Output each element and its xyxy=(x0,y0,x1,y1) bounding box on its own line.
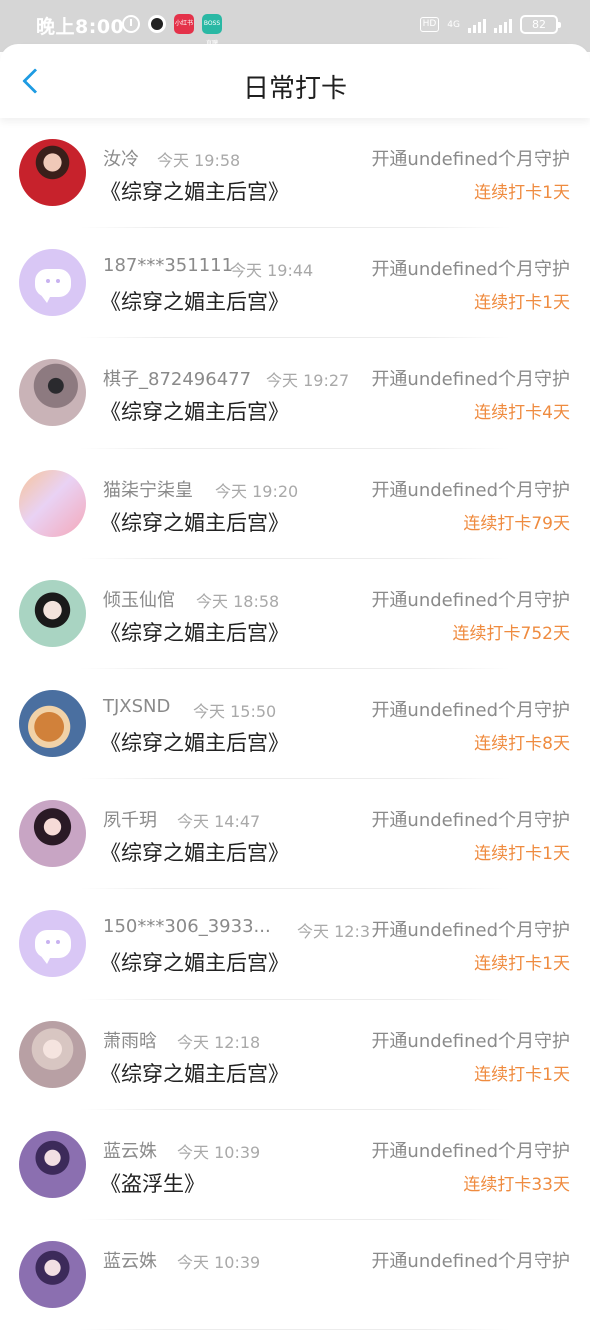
timestamp: 今天 19:58 xyxy=(157,151,241,170)
streak-badge: 连续打卡8天 xyxy=(474,733,570,754)
status-icons-left: 小红书 BOSS直聘 xyxy=(122,14,222,47)
streak-badge: 连续打卡1天 xyxy=(474,183,570,203)
signal-icon xyxy=(468,17,486,33)
book-title[interactable]: 《综穿之媚主后宫》 xyxy=(100,837,289,867)
timestamp: 今天 19:20 xyxy=(215,481,299,501)
timestamp: 今天 19:44 xyxy=(230,261,314,281)
list-item[interactable]: 汝冷 今天 19:58 开通undefined个月守护《综穿之媚主后宫》 连续打卡1天 xyxy=(0,118,590,229)
status-time: 晚上8:00 xyxy=(36,16,125,38)
network-label: 4G xyxy=(447,19,460,30)
battery-icon: 82 xyxy=(520,15,561,34)
guard-status: 开通undefined个月守护 xyxy=(371,916,570,943)
list-item[interactable]: 蓝云姝 今天 10:39 开通undefined个月守护《盗浮生》 连续打卡33天 xyxy=(0,1110,590,1220)
header: 日常打卡 xyxy=(0,44,590,118)
username[interactable]: 187***351111 xyxy=(103,255,233,276)
username[interactable]: 猫柒宁柒皇 xyxy=(103,476,193,502)
avatar[interactable] xyxy=(19,579,86,647)
guard-status: 开通undefined个月守护 xyxy=(371,1246,570,1273)
guard-status: 开通undefined个月守护 xyxy=(371,585,570,612)
streak-badge: 连续打卡4天 xyxy=(474,403,570,424)
streak-badge: 连续打卡1天 xyxy=(474,293,570,314)
avatar[interactable] xyxy=(19,1020,86,1088)
username[interactable]: 夙千玥 xyxy=(103,806,157,832)
streak-badge: 连续打卡1天 xyxy=(474,954,570,975)
streak-badge: 连续打卡33天 xyxy=(463,1174,570,1195)
book-title[interactable]: 《综穿之媚主后宫》 xyxy=(100,507,289,537)
timestamp: 今天 12:3 xyxy=(297,922,371,942)
checkin-list: 汝冷 今天 19:58 开通undefined个月守护 《综穿之媚主后宫》 连续打卡1天… xyxy=(0,118,590,1330)
list-item[interactable]: 倾玉仙倌 今天 18:58 开通undefined个月守护《综穿之媚主后宫》 连续打卡… xyxy=(0,559,590,669)
guard-status: 开通undefined个月守护 xyxy=(371,365,570,392)
timestamp: 今天 10:39 xyxy=(177,1142,261,1162)
timestamp: 今天 15:50 xyxy=(193,701,277,721)
timestamp: 今天 18:58 xyxy=(196,591,280,611)
book-title[interactable]: 《盗浮生》 xyxy=(100,1168,205,1198)
hd-icon: HD xyxy=(419,17,440,32)
username[interactable]: 蓝云姝 xyxy=(103,1137,157,1163)
list-item[interactable]: TJXSND 今天 15:50 开通undefined个月守护《综穿之媚主后宫》 连续… xyxy=(0,669,590,780)
username[interactable]: TJXSND xyxy=(103,696,170,717)
username[interactable]: 棋子_872496477 xyxy=(103,365,251,391)
page-title: 日常打卡 xyxy=(242,74,347,104)
list-item[interactable]: 猫柒宁柒皇 今天 19:20 开通undefined个月守护《综穿之媚主后宫》 连续打… xyxy=(0,449,590,559)
timestamp: 今天 14:47 xyxy=(177,812,261,832)
avatar[interactable] xyxy=(19,249,86,317)
username[interactable]: 倾玉仙倌 xyxy=(103,586,175,612)
status-icons-right: HD 4G 82 xyxy=(419,15,561,34)
avatar[interactable] xyxy=(19,1130,86,1198)
streak-badge: 连续打卡1天 xyxy=(474,1064,570,1085)
list-item[interactable]: 棋子_872496477 今天 19:27 开通undefined个月守护《综穿之媚… xyxy=(0,338,590,449)
avatar[interactable] xyxy=(19,1240,86,1308)
book-title[interactable]: 《综穿之媚主后宫》 xyxy=(100,727,289,757)
avatar[interactable] xyxy=(19,800,86,868)
guard-status: 开通undefined个月守护 xyxy=(371,145,570,171)
streak-badge: 连续打卡1天 xyxy=(474,844,570,865)
chat-bubble-icon xyxy=(34,268,71,303)
list-item[interactable]: 蓝云姝 今天 10:39 开通undefined个月守护 xyxy=(0,1220,590,1330)
book-title[interactable]: 《综穿之媚主后宫》 xyxy=(100,176,289,206)
streak-badge: 连续打卡752天 xyxy=(452,623,570,644)
book-title[interactable]: 《综穿之媚主后宫》 xyxy=(100,617,289,647)
timestamp: 今天 12:18 xyxy=(177,1032,261,1052)
xiaohongshu-icon: 小红书 xyxy=(174,14,194,34)
username[interactable]: 汝冷 xyxy=(103,145,139,171)
guard-status: 开通undefined个月守护 xyxy=(371,475,570,502)
username[interactable]: 150***306_3933... xyxy=(103,916,271,937)
list-item[interactable]: 150***306_3933... 今天 12:3 开通undefined个月守护《… xyxy=(0,889,590,1000)
avatar[interactable] xyxy=(19,469,86,537)
book-title[interactable]: 《综穿之媚主后宫》 xyxy=(100,947,289,977)
list-item[interactable]: 夙千玥 今天 14:47 开通undefined个月守护《综穿之媚主后宫》 连续打卡1… xyxy=(0,779,590,890)
streak-badge: 连续打卡79天 xyxy=(463,513,570,534)
guard-status: 开通undefined个月守护 xyxy=(371,1136,570,1163)
guard-status: 开通undefined个月守护 xyxy=(371,695,570,722)
list-item[interactable]: 萧雨晗 今天 12:18 开通undefined个月守护《综穿之媚主后宫》 连续打卡1… xyxy=(0,1000,590,1110)
guard-status: 开通undefined个月守护 xyxy=(371,1026,570,1053)
boss-zhipin-icon: BOSS直聘 xyxy=(202,14,222,47)
book-title[interactable]: 《综穿之媚主后宫》 xyxy=(100,286,289,316)
guard-status: 开通undefined个月守护 xyxy=(371,806,570,833)
book-title[interactable]: 《综穿之媚主后宫》 xyxy=(100,396,289,426)
avatar[interactable] xyxy=(19,139,86,206)
username[interactable]: 蓝云姝 xyxy=(103,1247,157,1273)
avatar[interactable] xyxy=(19,689,86,757)
signal-icon-2 xyxy=(494,17,512,33)
timestamp: 今天 10:39 xyxy=(177,1252,261,1272)
avatar[interactable] xyxy=(19,910,86,978)
timestamp: 今天 19:27 xyxy=(266,371,350,391)
list-item[interactable]: 187***351111 今天 19:44 开通undefined个月守护《综穿之媚… xyxy=(0,228,590,339)
alarm-icon xyxy=(122,15,140,33)
chat-bubble-icon xyxy=(34,929,71,964)
avatar[interactable] xyxy=(19,359,86,427)
username[interactable]: 萧雨晗 xyxy=(103,1027,157,1053)
book-title[interactable]: 《综穿之媚主后宫》 xyxy=(100,1058,289,1088)
camera-app-icon xyxy=(148,15,166,33)
guard-status: 开通undefined个月守护 xyxy=(371,255,570,282)
